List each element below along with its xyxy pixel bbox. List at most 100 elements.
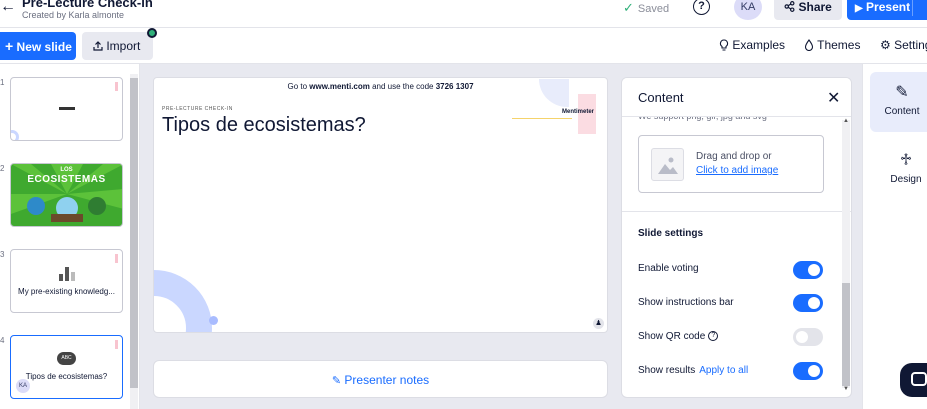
apply-to-all-link[interactable]: Apply to all bbox=[699, 365, 748, 376]
settings-label: Settings bbox=[894, 38, 927, 52]
show-qr-code-label: Show QR code bbox=[638, 331, 706, 342]
mentimeter-logo: Mentimeter bbox=[562, 109, 595, 115]
themes-label: Themes bbox=[817, 38, 861, 52]
thumbnail-caption: My pre-existing knowledg... bbox=[18, 287, 115, 296]
present-divider bbox=[912, 0, 913, 16]
slide-number: 4 bbox=[0, 336, 5, 345]
top-bar: ← Pre-Lecture Check-in Created by Karla … bbox=[0, 0, 927, 28]
drag-drop-text: Drag and drop or bbox=[696, 151, 772, 162]
slide-settings-title: Slide settings bbox=[638, 228, 704, 239]
toggle-knob bbox=[796, 331, 808, 343]
pencil-icon: ✎ bbox=[895, 84, 909, 101]
decor-shape bbox=[115, 254, 118, 263]
panel-divider bbox=[622, 211, 851, 212]
play-icon: ▶ bbox=[855, 3, 863, 14]
show-qr-code-row: Show QR code? bbox=[638, 331, 719, 342]
gear-icon: ⚙ bbox=[880, 38, 891, 52]
toggle-knob bbox=[808, 297, 820, 309]
slide-list-scrollbar[interactable] bbox=[130, 78, 138, 388]
decor-yellow-line bbox=[512, 118, 572, 119]
enable-voting-label: Enable voting bbox=[638, 263, 699, 274]
user-avatar[interactable]: KA bbox=[734, 0, 762, 20]
rail-tab-content[interactable]: ✎ Content bbox=[870, 72, 927, 132]
participant-icon: ♟ bbox=[593, 318, 604, 329]
thumbnail-avatar: KA bbox=[16, 379, 30, 393]
toggle-knob bbox=[808, 365, 820, 377]
share-icon bbox=[784, 1, 795, 12]
bar-chart-icon bbox=[59, 267, 77, 281]
toolbar: + New slide Import Examples Themes ⚙ Set… bbox=[0, 28, 927, 64]
decor-shape bbox=[115, 340, 118, 349]
examples-link[interactable]: Examples bbox=[719, 38, 785, 52]
slide-thumbnail-4[interactable]: ABC Tipos de ecosistemas? KA bbox=[10, 335, 123, 399]
decor-shape bbox=[115, 82, 118, 91]
panel-divider bbox=[622, 116, 851, 117]
info-icon[interactable]: ? bbox=[708, 331, 719, 342]
examples-label: Examples bbox=[732, 38, 786, 52]
show-results-row: Show results Apply to all bbox=[638, 365, 748, 376]
slide-thumbnail-1[interactable] bbox=[10, 77, 123, 141]
presenter-notes-button[interactable]: ✎ Presenter notes bbox=[153, 360, 608, 398]
lightbulb-icon bbox=[719, 39, 729, 51]
show-instructions-toggle[interactable] bbox=[793, 294, 823, 312]
slide-thumbnail-2[interactable]: LOS ECOSISTEMAS bbox=[10, 163, 123, 227]
decor-quarter-circle bbox=[539, 79, 569, 107]
present-button[interactable]: ▶ Present bbox=[847, 0, 927, 20]
decor-dot bbox=[209, 316, 218, 325]
share-label: Share bbox=[798, 0, 832, 14]
new-slide-label: New slide bbox=[16, 40, 72, 54]
decor-arc bbox=[11, 130, 19, 140]
slide-preview[interactable]: Go to www.menti.com and use the code 372… bbox=[153, 77, 608, 333]
import-label: Import bbox=[106, 39, 141, 53]
show-results-toggle[interactable] bbox=[793, 362, 823, 380]
close-icon[interactable]: ✕ bbox=[827, 88, 840, 108]
image-placeholder-icon bbox=[651, 148, 684, 181]
thumbnail-caption: Tipos de ecosistemas? bbox=[25, 372, 108, 381]
plus-icon: + bbox=[5, 38, 14, 54]
notification-dot bbox=[147, 28, 157, 38]
enable-voting-toggle[interactable] bbox=[793, 261, 823, 279]
save-status-label: Saved bbox=[637, 3, 670, 15]
toggle-knob bbox=[808, 264, 820, 276]
share-button[interactable]: Share bbox=[774, 0, 842, 20]
content-panel: We support png, gif, jpg and svg Content… bbox=[621, 77, 852, 398]
add-image-link[interactable]: Click to add image bbox=[696, 165, 778, 176]
slide-list: 1 2 LOS ECOSISTEMAS 3 My pre-existing kn… bbox=[0, 64, 140, 409]
scroll-up-arrow-icon[interactable]: ▲ bbox=[842, 118, 850, 124]
presentation-owner: Created by Karla almonte bbox=[22, 10, 125, 20]
show-results-label: Show results bbox=[638, 365, 696, 376]
droplet-icon bbox=[804, 39, 814, 52]
slide-tag: PRE-LECTURE CHECK-IN bbox=[162, 106, 233, 112]
slide-number: 3 bbox=[0, 250, 5, 259]
show-instructions-label: Show instructions bar bbox=[638, 297, 734, 308]
pencil-icon: ✎ bbox=[331, 375, 342, 387]
panel-title: Content bbox=[638, 90, 684, 105]
title-placeholder-bar bbox=[59, 107, 75, 110]
slide-heading[interactable]: Tipos de ecosistemas? bbox=[162, 114, 366, 137]
chat-icon bbox=[911, 372, 927, 386]
thumbnail-image-title: ECOSISTEMAS bbox=[27, 174, 106, 185]
cloud-abc-icon: ABC bbox=[57, 352, 76, 365]
themes-link[interactable]: Themes bbox=[804, 38, 860, 52]
presentation-title[interactable]: Pre-Lecture Check-in bbox=[22, 0, 153, 10]
upload-icon bbox=[93, 41, 103, 51]
decor-arc bbox=[154, 270, 212, 332]
import-button[interactable]: Import bbox=[82, 32, 153, 60]
new-slide-button[interactable]: + New slide bbox=[0, 32, 76, 60]
show-qr-code-toggle[interactable] bbox=[793, 328, 823, 346]
paint-bucket-icon: ♱ bbox=[899, 152, 913, 169]
slide-thumbnail-3[interactable]: My pre-existing knowledg... bbox=[10, 249, 123, 313]
help-icon[interactable]: ? bbox=[693, 0, 710, 15]
thumbnail-image-title-small: LOS bbox=[60, 167, 73, 173]
rail-design-label: Design bbox=[890, 174, 922, 185]
check-icon: ✓ bbox=[623, 0, 634, 15]
rail-content-label: Content bbox=[884, 106, 920, 117]
back-arrow-icon[interactable]: ← bbox=[0, 0, 16, 16]
presenter-notes-label: Presenter notes bbox=[344, 373, 430, 387]
panel-scrollbar[interactable] bbox=[842, 283, 850, 386]
scroll-down-arrow-icon[interactable]: ▼ bbox=[842, 386, 850, 392]
image-dropzone[interactable]: Drag and drop or Click to add image bbox=[638, 135, 824, 193]
settings-link[interactable]: ⚙ Settings bbox=[880, 38, 927, 52]
present-label: Present bbox=[866, 0, 911, 14]
rail-tab-design[interactable]: ♱ Design bbox=[870, 150, 927, 185]
